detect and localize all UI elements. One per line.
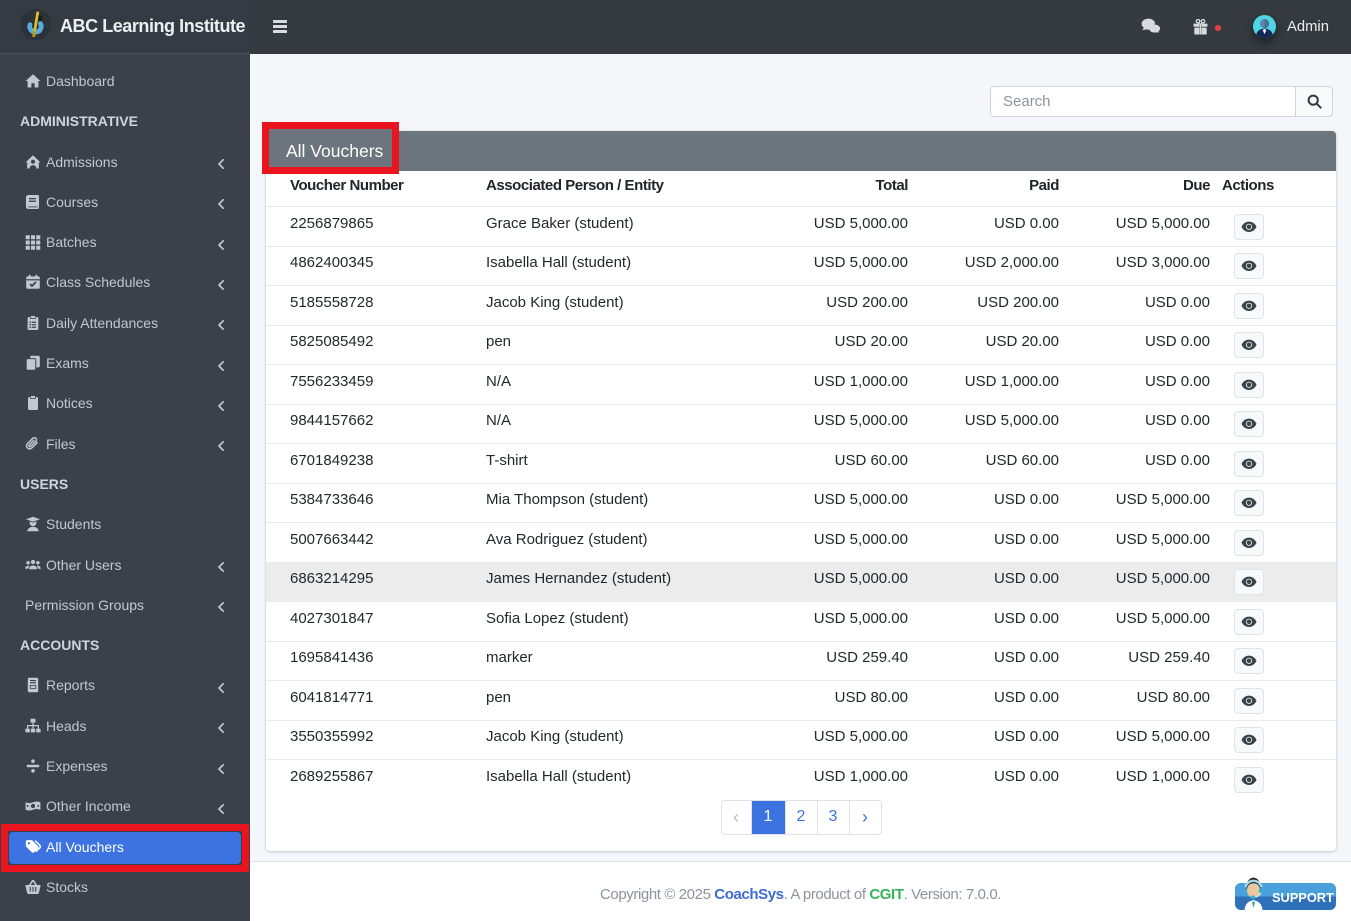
svg-text:SUPPORT: SUPPORT (1272, 890, 1334, 905)
